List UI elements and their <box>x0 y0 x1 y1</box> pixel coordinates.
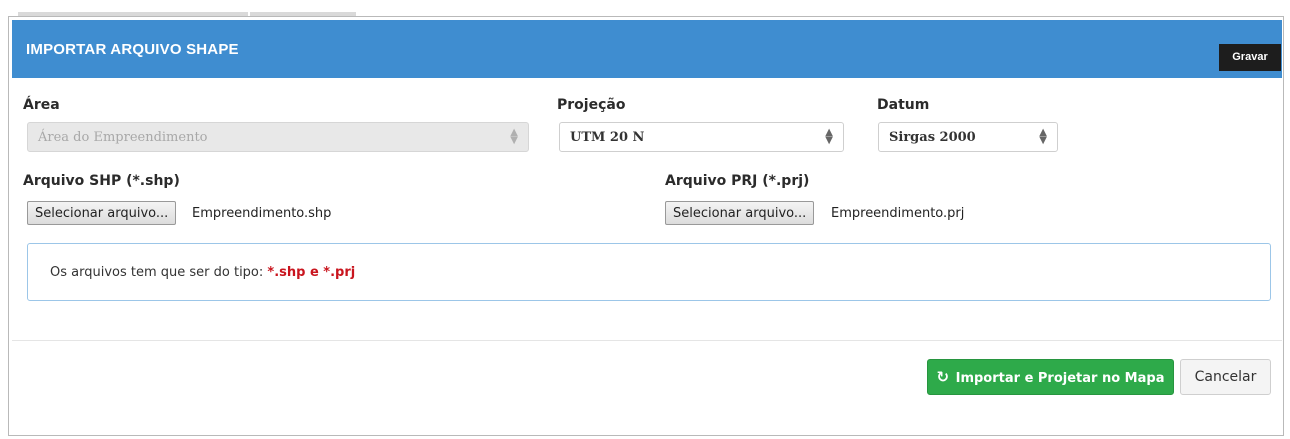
info-file-types: *.shp e *.prj <box>267 265 356 280</box>
area-select-value: Área do Empreendimento <box>38 130 208 145</box>
shp-filename: Empreendimento.shp <box>192 206 332 221</box>
modal-header: IMPORTAR ARQUIVO SHAPE <box>12 20 1282 78</box>
prj-label: Arquivo PRJ (*.prj) <box>665 173 810 189</box>
projecao-label: Projeção <box>557 97 626 113</box>
sort-arrows-icon: ▲ ▼ <box>1039 127 1047 146</box>
area-select[interactable]: Área do Empreendimento ▲ ▼ <box>27 122 529 152</box>
modal-title: IMPORTAR ARQUIVO SHAPE <box>26 41 239 58</box>
footer-divider <box>12 340 1282 341</box>
area-label: Área <box>23 97 60 113</box>
gravar-button[interactable]: Gravar <box>1219 44 1281 71</box>
import-button-label: Importar e Projetar no Mapa <box>955 371 1165 386</box>
datum-label: Datum <box>877 97 930 113</box>
cancel-button[interactable]: Cancelar <box>1180 359 1271 395</box>
sort-arrows-icon: ▲ ▼ <box>510 127 518 146</box>
prj-filename: Empreendimento.prj <box>831 206 965 221</box>
info-text: Os arquivos tem que ser do tipo: *.shp e… <box>50 265 355 280</box>
file-type-info-box: Os arquivos tem que ser do tipo: *.shp e… <box>27 243 1271 301</box>
projecao-select-value: UTM 20 N <box>570 130 645 145</box>
projecao-select[interactable]: UTM 20 N ▲ ▼ <box>559 122 844 152</box>
refresh-icon: ↻ <box>936 368 950 386</box>
shp-label: Arquivo SHP (*.shp) <box>23 173 180 189</box>
datum-select[interactable]: Sirgas 2000 ▲ ▼ <box>878 122 1058 152</box>
prj-file-button[interactable]: Selecionar arquivo... <box>665 201 815 225</box>
sort-arrows-icon: ▲ ▼ <box>825 127 833 146</box>
shp-file-button[interactable]: Selecionar arquivo... <box>27 201 177 225</box>
datum-select-value: Sirgas 2000 <box>889 130 976 145</box>
info-message: Os arquivos tem que ser do tipo: <box>50 265 268 280</box>
import-and-project-button[interactable]: ↻ Importar e Projetar no Mapa <box>927 359 1174 395</box>
import-shape-modal: IMPORTAR ARQUIVO SHAPE Gravar Área Área … <box>8 16 1284 436</box>
